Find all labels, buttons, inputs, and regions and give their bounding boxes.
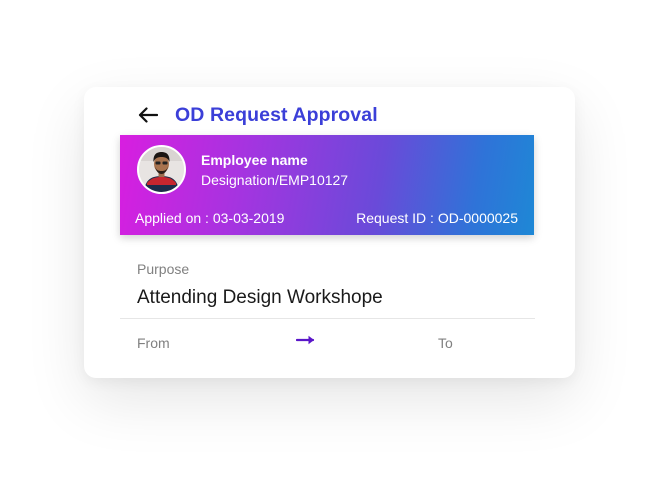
divider [120, 318, 535, 319]
request-id: Request ID : OD-0000025 [356, 210, 518, 226]
employee-name: Employee name [201, 152, 308, 168]
employee-banner: Employee name Designation/EMP10127 Appli… [120, 135, 534, 235]
arrow-left-icon [138, 107, 158, 123]
header-bar: OD Request Approval [136, 101, 378, 129]
avatar[interactable] [137, 145, 186, 194]
page-title: OD Request Approval [175, 103, 378, 126]
from-label: From [137, 335, 170, 351]
screen: OD Request Approval Employee name Design… [0, 0, 672, 479]
back-button[interactable] [136, 103, 160, 127]
purpose-value: Attending Design Workshope [137, 287, 383, 308]
arrow-right-icon [296, 335, 315, 345]
od-request-card: OD Request Approval Employee name Design… [84, 87, 575, 378]
applied-on-date: Applied on : 03-03-2019 [135, 210, 285, 226]
purpose-label: Purpose [137, 261, 190, 277]
employee-photo [139, 147, 184, 192]
to-label: To [438, 335, 453, 351]
employee-designation: Designation/EMP10127 [201, 172, 349, 188]
